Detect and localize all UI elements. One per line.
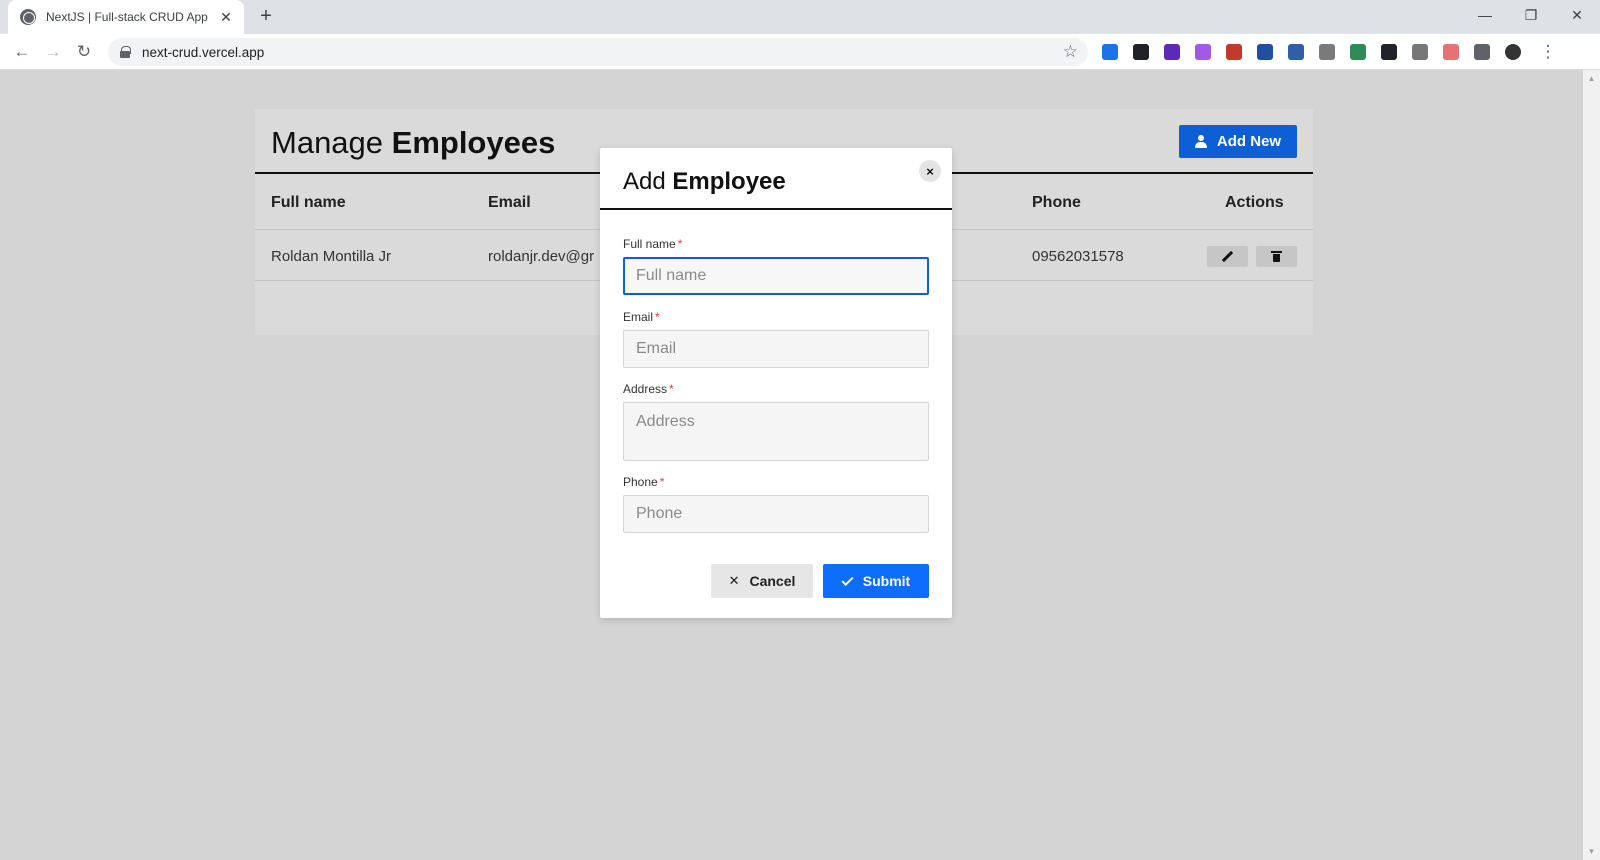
address-label: Address *	[623, 382, 674, 396]
url-text: next-crud.vercel.app	[142, 44, 265, 60]
add-new-label: Add New	[1216, 133, 1282, 150]
notes-extension-icon-swatch	[1442, 44, 1459, 60]
close-window-icon[interactable]: ✕	[1554, 0, 1600, 30]
cell-full-name: Roldan Montilla Jr	[271, 248, 392, 265]
address-bar[interactable]: next-crud.vercel.app ☆	[108, 38, 1088, 66]
oc-extension-icon-swatch	[1287, 44, 1304, 60]
cell-email: roldanjr.dev@gr	[488, 248, 595, 265]
font-extension-icon-swatch	[1132, 44, 1149, 60]
check-icon	[841, 573, 854, 586]
globe-icon	[20, 9, 36, 25]
profile-avatar-icon[interactable]	[1497, 38, 1528, 66]
phone-input[interactable]	[623, 495, 929, 533]
eyedropper-extension-icon-swatch	[1411, 44, 1428, 60]
desc-extension-icon[interactable]	[1218, 38, 1249, 66]
desc-extension-icon-swatch	[1225, 44, 1242, 60]
column-header-phone: Phone	[1032, 194, 1081, 211]
browser-tabstrip: NextJS | Full-stack CRUD App ✕ + — ❐ ✕	[0, 0, 1600, 34]
modal-header: Add Employee ×	[600, 148, 952, 210]
trash-icon	[1271, 251, 1282, 262]
browser-tab[interactable]: NextJS | Full-stack CRUD App ✕	[8, 0, 244, 34]
column-header-actions: Actions	[1225, 194, 1284, 211]
purple-extension-icon-swatch	[1163, 44, 1180, 60]
edit-button[interactable]	[1207, 246, 1248, 267]
devtools-extension-icon[interactable]	[1094, 38, 1125, 66]
required-mark: *	[659, 475, 665, 489]
close-icon[interactable]: ×	[919, 160, 941, 182]
address-textarea[interactable]	[623, 402, 929, 461]
x-icon: ✕	[728, 573, 740, 588]
add-new-button[interactable]: Add New	[1179, 125, 1297, 158]
heart-extension-icon-swatch	[1256, 44, 1273, 60]
delete-button[interactable]	[1256, 246, 1297, 267]
full-name-input[interactable]	[623, 257, 929, 295]
tab-title: NextJS | Full-stack CRUD App	[46, 10, 208, 24]
cancel-label: Cancel	[749, 573, 796, 589]
camera-extension-icon-swatch	[1318, 44, 1335, 60]
browser-toolbar: ← → ↻ next-crud.vercel.app ☆ ⋮	[0, 34, 1600, 70]
chrome-menu-icon[interactable]: ⋮	[1534, 38, 1562, 66]
pencil-icon	[1221, 250, 1234, 263]
restore-icon[interactable]: ❐	[1508, 0, 1554, 30]
react-extension-icon[interactable]	[1373, 38, 1404, 66]
submit-button[interactable]: Submit	[823, 564, 929, 598]
email-label: Email *	[623, 310, 660, 324]
scroll-up-icon[interactable]: ▲	[1583, 70, 1600, 87]
column-header-email: Email	[488, 194, 531, 211]
column-header-full-name: Full name	[271, 194, 346, 211]
heart-extension-icon[interactable]	[1249, 38, 1280, 66]
minimize-icon[interactable]: —	[1462, 0, 1508, 30]
notes-extension-icon[interactable]	[1435, 38, 1466, 66]
s-extension-icon-swatch	[1349, 44, 1366, 60]
add-employee-modal: Add Employee × Full name* Email* Address…	[600, 148, 952, 618]
phone-label: Phone *	[623, 475, 665, 489]
cell-phone: 09562031578	[1032, 248, 1124, 265]
required-mark: *	[655, 310, 660, 324]
page-title: Manage Employees	[271, 125, 556, 160]
submit-label: Submit	[862, 573, 911, 589]
lock-icon	[120, 46, 131, 58]
new-tab-button[interactable]: +	[254, 5, 278, 29]
feather-extension-icon[interactable]	[1187, 38, 1218, 66]
oc-extension-icon[interactable]	[1280, 38, 1311, 66]
tab-close-icon[interactable]: ✕	[218, 9, 234, 25]
email-input[interactable]	[623, 330, 929, 368]
scroll-down-icon[interactable]: ▼	[1583, 843, 1600, 860]
user-plus-icon	[1194, 134, 1209, 149]
required-mark: *	[669, 382, 674, 396]
cancel-button[interactable]: ✕ Cancel	[711, 564, 813, 598]
full-name-label: Full name *	[623, 237, 683, 251]
extension-icons	[1094, 38, 1528, 66]
feather-extension-icon-swatch	[1194, 44, 1211, 60]
page-scrollbar[interactable]: ▲ ▼	[1583, 70, 1600, 860]
forward-icon[interactable]: →	[39, 38, 67, 66]
s-extension-icon[interactable]	[1342, 38, 1373, 66]
camera-extension-icon[interactable]	[1311, 38, 1342, 66]
puzzle-extension-icon[interactable]	[1466, 38, 1497, 66]
required-mark: *	[677, 237, 683, 251]
devtools-extension-icon-swatch	[1101, 44, 1118, 60]
react-extension-icon-swatch	[1380, 44, 1397, 60]
bookmark-star-icon[interactable]: ☆	[1063, 42, 1078, 62]
puzzle-extension-icon-swatch	[1473, 44, 1490, 60]
modal-title: Add Employee	[623, 168, 786, 195]
back-icon[interactable]: ←	[8, 38, 36, 66]
font-extension-icon[interactable]	[1125, 38, 1156, 66]
profile-avatar-icon-swatch	[1504, 44, 1521, 60]
reload-icon[interactable]: ↻	[70, 38, 98, 66]
purple-extension-icon[interactable]	[1156, 38, 1187, 66]
window-controls: — ❐ ✕	[1462, 0, 1600, 30]
eyedropper-extension-icon[interactable]	[1404, 38, 1435, 66]
